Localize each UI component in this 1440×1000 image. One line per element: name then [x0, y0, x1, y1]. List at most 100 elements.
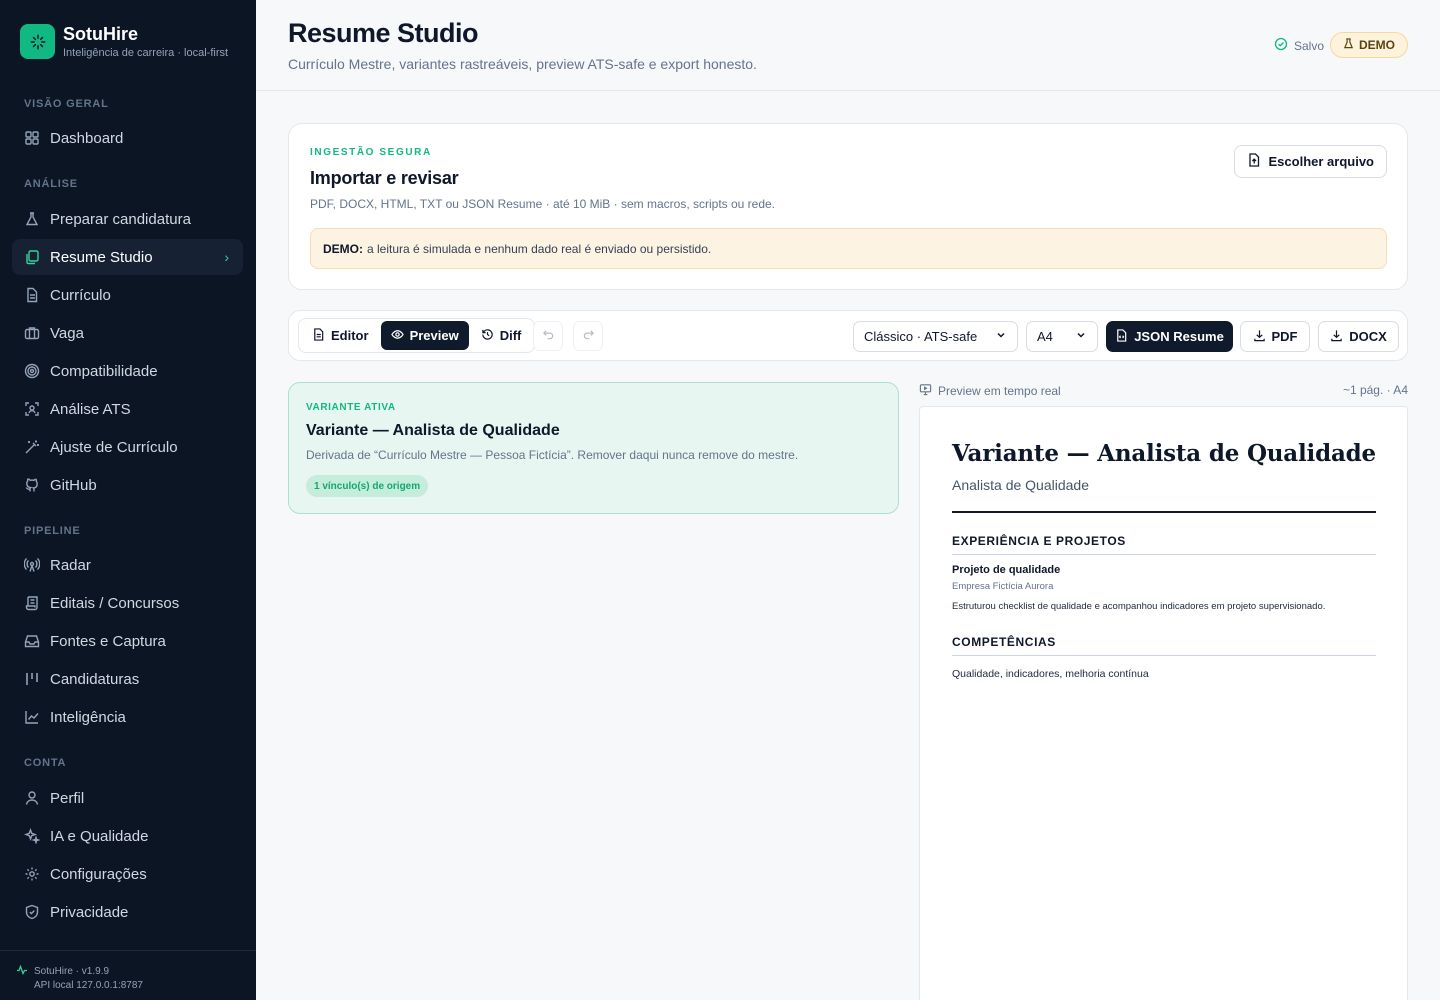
import-kicker: INGESTÃO SEGURA — [310, 147, 432, 158]
sidebar-item-compatibilidade[interactable]: Compatibilidade — [12, 353, 243, 389]
monitor-icon — [919, 383, 932, 399]
sidebar-item-editais-concursos[interactable]: Editais / Concursos — [12, 585, 243, 621]
paper-size-select[interactable]: A4 — [1026, 321, 1098, 352]
sidebar-item-label: Configurações — [50, 865, 147, 883]
sidebar-item-curriculo[interactable]: Currículo — [12, 277, 243, 313]
wand-icon — [24, 439, 40, 455]
sidebar-item-label: Vaga — [50, 324, 84, 342]
docx-export-button[interactable]: DOCX — [1318, 321, 1399, 352]
pdf-export-label: PDF — [1271, 329, 1298, 344]
resume-divider — [952, 511, 1376, 513]
shield-icon — [24, 904, 40, 920]
nav-section-visao-geral: VISÃO GERAL — [24, 98, 109, 110]
sidebar-footer: SotuHire · v1.9.9 API local 127.0.0.1:87… — [0, 950, 256, 1000]
target-icon — [24, 363, 40, 379]
sidebar-item-label: Candidaturas — [50, 670, 140, 688]
api-address: API local 127.0.0.1:8787 — [34, 980, 143, 991]
brand-tagline: Inteligência de carreira · local-first — [63, 47, 229, 59]
sidebar-item-label: IA e Qualidade — [50, 827, 149, 845]
tab-preview[interactable]: Preview — [380, 321, 469, 350]
nav-section-pipeline: PIPELINE — [24, 525, 81, 537]
nav-section-conta: CONTA — [24, 757, 67, 769]
demo-badge: DEMO — [1330, 32, 1408, 58]
chart-icon — [24, 709, 40, 725]
sidebar-item-label: Resume Studio — [50, 248, 153, 266]
page-subtitle: Currículo Mestre, variantes rastreáveis,… — [288, 56, 757, 72]
json-resume-label: JSON Resume — [1134, 329, 1224, 344]
resume-section-skills: COMPETÊNCIAS — [952, 635, 1376, 656]
sidebar-item-ia-qualidade[interactable]: IA e Qualidade — [12, 818, 243, 854]
gear-icon — [24, 866, 40, 882]
resume-section-experience: EXPERIÊNCIA E PROJETOS — [952, 534, 1376, 555]
redo-button[interactable] — [573, 321, 603, 351]
brand[interactable]: SotuHire Inteligência de carreira · loca… — [20, 24, 240, 60]
sidebar-item-label: Privacidade — [50, 903, 129, 921]
demo-notice-text: a leitura é simulada e nenhum dado real … — [367, 241, 712, 256]
tab-editor[interactable]: Editor — [302, 321, 379, 350]
sidebar-item-label: Fontes e Captura — [50, 632, 166, 650]
scan-icon — [24, 401, 40, 417]
sidebar-item-label: Dashboard — [50, 129, 124, 147]
radar-icon — [24, 557, 40, 573]
sidebar-item-radar[interactable]: Radar — [12, 547, 243, 583]
flask-icon — [24, 211, 40, 227]
github-icon — [24, 477, 40, 493]
choose-file-button[interactable]: Escolher arquivo — [1233, 145, 1387, 178]
sidebar-item-resume-studio[interactable]: Resume Studio › — [12, 239, 243, 275]
resume-item-title: Projeto de qualidade — [952, 564, 1061, 576]
saved-status: Salvo — [1274, 37, 1324, 54]
scroll-icon — [24, 595, 40, 611]
sidebar-item-label: Preparar candidatura — [50, 210, 191, 228]
template-select-value: Clássico · ATS-safe — [864, 329, 978, 344]
chevron-right-icon: › — [224, 249, 229, 265]
sidebar-item-inteligencia[interactable]: Inteligência — [12, 699, 243, 735]
sidebar-item-label: Currículo — [50, 286, 111, 304]
sidebar-item-privacidade[interactable]: Privacidade — [12, 894, 243, 930]
sidebar-item-candidaturas[interactable]: Candidaturas — [12, 661, 243, 697]
resume-title: Variante — Analista de Qualidade — [952, 440, 1376, 467]
nav-section-analise: ANÁLISE — [24, 178, 78, 190]
sidebar-item-label: GitHub — [50, 476, 97, 494]
grid-icon — [24, 130, 40, 146]
user-icon — [24, 790, 40, 806]
sidebar-item-ajuste-curriculo[interactable]: Ajuste de Currículo — [12, 429, 243, 465]
sidebar-item-dashboard[interactable]: Dashboard — [12, 120, 243, 156]
tab-diff-label: Diff — [499, 328, 522, 343]
history-icon — [481, 328, 494, 344]
app-version: SotuHire · v1.9.9 — [34, 966, 110, 977]
sidebar-item-github[interactable]: GitHub — [12, 467, 243, 503]
demo-label: DEMO — [1359, 38, 1395, 52]
view-mode-tabs: Editor Preview Diff — [298, 318, 536, 353]
resume-skills: Qualidade, indicadores, melhoria contínu… — [952, 668, 1149, 680]
file-code-icon — [1115, 328, 1128, 345]
kanban-icon — [24, 671, 40, 687]
template-select[interactable]: Clássico · ATS-safe — [853, 321, 1018, 352]
undo-button[interactable] — [533, 321, 563, 351]
sparkle-icon — [24, 828, 40, 844]
preview-label: Preview em tempo real — [919, 383, 1061, 399]
demo-notice-bold: DEMO: — [323, 241, 363, 256]
docx-export-label: DOCX — [1349, 329, 1387, 344]
sidebar-item-label: Editais / Concursos — [50, 594, 180, 612]
sidebar-item-configuracoes[interactable]: Configurações — [12, 856, 243, 892]
activity-icon — [16, 964, 28, 980]
variant-title: Variante — Analista de Qualidade — [306, 422, 560, 439]
demo-notice: DEMO: a leitura é simulada e nenhum dado… — [310, 228, 1387, 269]
download-icon — [1330, 329, 1343, 345]
preview-page-count: ~1 pág. · A4 — [1342, 383, 1408, 397]
resume-role: Analista de Qualidade — [952, 477, 1089, 493]
sidebar-item-perfil[interactable]: Perfil — [12, 780, 243, 816]
brand-name: SotuHire — [63, 24, 139, 44]
sidebar-item-fontes-captura[interactable]: Fontes e Captura — [12, 623, 243, 659]
sidebar-item-vaga[interactable]: Vaga — [12, 315, 243, 351]
inbox-icon — [24, 633, 40, 649]
origin-links-chip[interactable]: 1 vínculo(s) de origem — [306, 475, 429, 497]
sidebar-item-analise-ats[interactable]: Análise ATS — [12, 391, 243, 427]
tab-diff[interactable]: Diff — [471, 321, 532, 350]
tab-preview-label: Preview — [409, 328, 459, 343]
json-resume-button[interactable]: JSON Resume — [1106, 321, 1233, 352]
sidebar-item-preparar-candidatura[interactable]: Preparar candidatura — [12, 201, 243, 237]
undo-icon — [542, 328, 555, 344]
sidebar-item-label: Ajuste de Currículo — [50, 438, 178, 456]
pdf-export-button[interactable]: PDF — [1240, 321, 1310, 352]
